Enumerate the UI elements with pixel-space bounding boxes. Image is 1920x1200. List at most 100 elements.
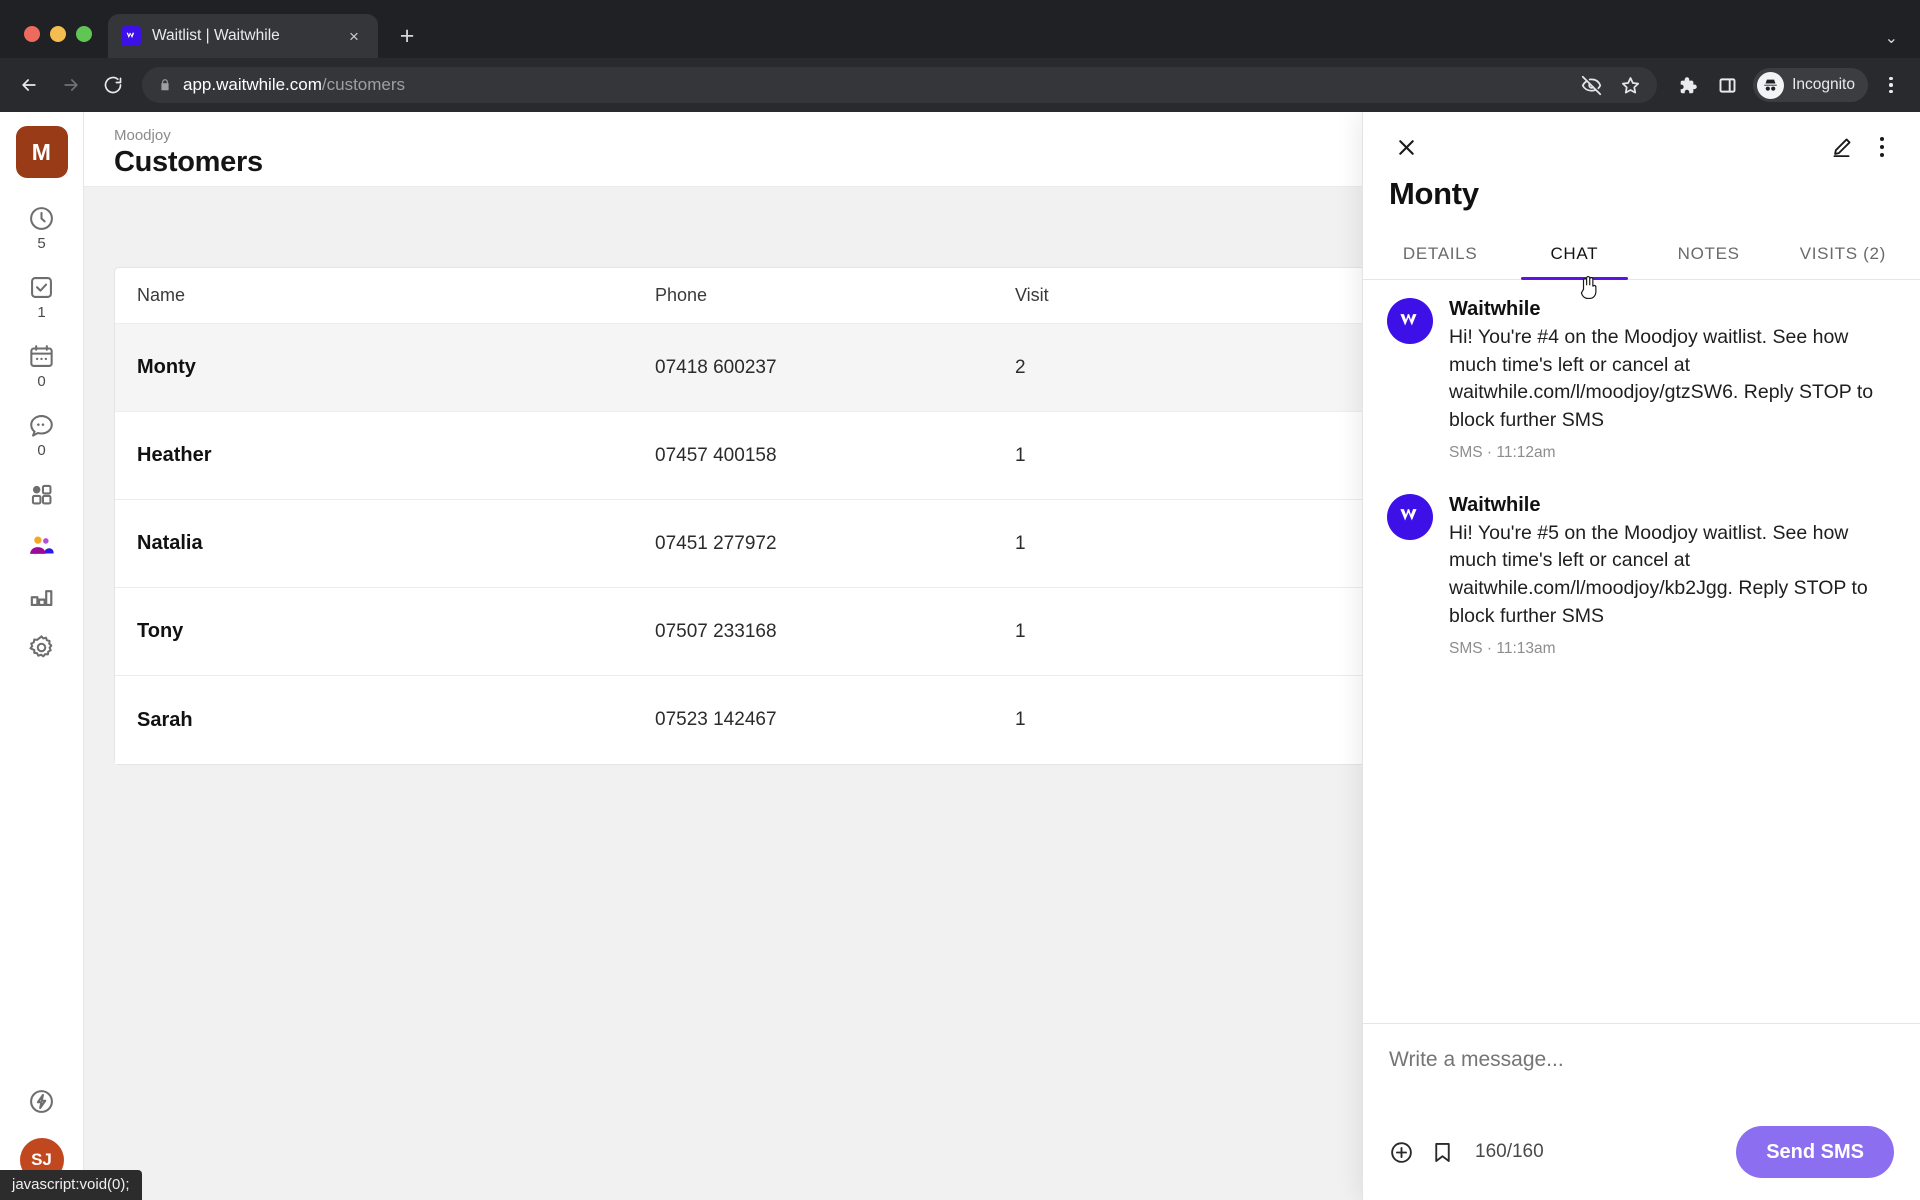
close-panel-button[interactable] xyxy=(1389,130,1423,164)
chat-message-meta: SMS · 11:13am xyxy=(1449,639,1556,657)
chat-message-text: Hi! You're #4 on the Moodjoy waitlist. S… xyxy=(1449,326,1874,432)
sidebar-badge: 0 xyxy=(37,442,46,459)
cell-name: Monty xyxy=(137,356,196,378)
tab-chat[interactable]: CHAT xyxy=(1507,234,1641,280)
tab-notes[interactable]: NOTES xyxy=(1642,234,1776,279)
incognito-icon xyxy=(1757,71,1785,99)
sidebar-badge: 1 xyxy=(37,304,46,321)
chat-message-sender: Waitwhile xyxy=(1449,298,1541,320)
status-bar-tooltip: javascript:void(0); xyxy=(0,1170,142,1200)
toolbar-icon-group: Incognito xyxy=(1669,67,1910,103)
message-composer: 160/160 Send SMS xyxy=(1363,1023,1920,1200)
three-dot-menu-icon[interactable] xyxy=(1874,68,1908,102)
close-window-button[interactable] xyxy=(24,26,40,42)
customer-detail-panel: Monty DETAILS CHAT NOTES VISITS (2) Wait… xyxy=(1362,112,1920,1200)
back-button[interactable] xyxy=(10,66,48,104)
customers-table: Name Phone Visit Monty 07418 600237 2 He… xyxy=(114,267,1454,765)
panel-tabs: DETAILS CHAT NOTES VISITS (2) xyxy=(1363,234,1920,300)
cell-name: Tony xyxy=(137,620,184,642)
cell-visit: 1 xyxy=(1015,709,1026,730)
pencil-edit-icon xyxy=(1832,138,1850,157)
edit-customer-button[interactable] xyxy=(1824,130,1858,164)
address-bar[interactable]: app.waitwhile.com/customers xyxy=(142,67,1658,103)
cell-visit: 1 xyxy=(1015,620,1026,642)
table-row[interactable]: Sarah 07523 142467 1 xyxy=(115,676,1453,764)
forward-button[interactable] xyxy=(52,66,90,104)
waitwhile-logo-icon xyxy=(1387,493,1433,540)
app-viewport: M 5 1 0 0 SJ Moodjoy Customers Name Phon… xyxy=(0,112,1920,1200)
customers-icon xyxy=(30,536,54,554)
close-icon[interactable]: × xyxy=(343,25,365,47)
sidebar-item-analytics[interactable] xyxy=(0,582,83,611)
chat-message-content: Waitwhile Hi! You're #5 on the Moodjoy w… xyxy=(1449,494,1896,658)
reload-button[interactable] xyxy=(94,66,132,104)
column-header-phone[interactable]: Phone xyxy=(655,285,1015,306)
new-tab-button[interactable]: + xyxy=(390,19,424,53)
chat-bubble-icon xyxy=(30,415,53,437)
table-row[interactable]: Tony 07507 233168 1 xyxy=(115,588,1453,676)
table-row[interactable]: Natalia 07451 277972 1 xyxy=(115,500,1453,588)
cell-visit: 1 xyxy=(1015,532,1026,554)
chat-message: Waitwhile Hi! You're #4 on the Moodjoy w… xyxy=(1387,298,1896,462)
panel-header: Monty xyxy=(1363,112,1920,212)
table-row[interactable]: Heather 07457 400158 1 xyxy=(115,412,1453,500)
clock-icon xyxy=(30,207,53,230)
panel-more-menu-button[interactable] xyxy=(1870,137,1894,157)
minimize-window-button[interactable] xyxy=(50,26,66,42)
bookmark-icon[interactable] xyxy=(1430,1140,1455,1165)
sidebar-badge: 5 xyxy=(37,235,46,252)
chat-message-text: Hi! You're #5 on the Moodjoy waitlist. S… xyxy=(1449,521,1868,627)
window-traffic-lights xyxy=(14,26,108,58)
panel-header-row xyxy=(1389,130,1894,164)
plus-circle-icon[interactable] xyxy=(1389,1140,1414,1165)
tab-details[interactable]: DETAILS xyxy=(1373,234,1507,279)
profile-label: Incognito xyxy=(1792,76,1855,93)
sidebar-badge: 0 xyxy=(37,373,46,390)
cell-phone: 07507 233168 xyxy=(655,620,777,642)
grid-apps-icon xyxy=(31,484,52,505)
panel-customer-name: Monty xyxy=(1389,176,1479,211)
sidebar-item-quick-action[interactable] xyxy=(20,1087,64,1116)
cell-phone: 07451 277972 xyxy=(655,532,777,554)
browser-tab[interactable]: Waitlist | Waitwhile × xyxy=(108,14,378,58)
sidebar-item-bookings-check[interactable]: 1 xyxy=(0,273,83,320)
browser-window: Waitlist | Waitwhile × + ⌄ app.waitwhile… xyxy=(0,0,1920,1200)
chat-message-sender: Waitwhile xyxy=(1449,493,1541,516)
chevron-down-icon[interactable]: ⌄ xyxy=(1885,28,1898,48)
chat-message-list: Waitwhile Hi! You're #4 on the Moodjoy w… xyxy=(1363,280,1920,1023)
org-avatar[interactable]: M xyxy=(15,126,68,178)
composer-toolbar: 160/160 Send SMS xyxy=(1389,1126,1894,1178)
sidebar-item-customers[interactable] xyxy=(0,531,83,560)
profile-incognito-button[interactable]: Incognito xyxy=(1753,68,1868,102)
sidebar-item-messages[interactable]: 0 xyxy=(0,411,83,458)
bar-chart-icon xyxy=(30,590,53,607)
cell-name: Natalia xyxy=(137,532,203,554)
sidebar-item-waitlist[interactable]: 5 xyxy=(0,204,83,251)
table-header-row: Name Phone Visit xyxy=(115,268,1453,324)
lock-icon xyxy=(158,78,172,92)
character-counter: 160/160 xyxy=(1475,1141,1544,1162)
chat-message: Waitwhile Hi! You're #5 on the Moodjoy w… xyxy=(1387,493,1896,658)
close-icon xyxy=(1398,139,1414,155)
column-header-name[interactable]: Name xyxy=(115,285,655,306)
cell-phone: 07457 400158 xyxy=(655,444,777,466)
cell-visit: 1 xyxy=(1015,444,1026,466)
sidebar-item-calendar[interactable]: 0 xyxy=(0,342,83,389)
star-icon[interactable] xyxy=(1620,75,1641,96)
omnibox-actions xyxy=(1581,75,1641,96)
table-row[interactable]: Monty 07418 600237 2 xyxy=(115,324,1453,412)
column-header-visit[interactable]: Visit xyxy=(1015,285,1215,306)
tab-visits[interactable]: VISITS (2) xyxy=(1776,234,1910,279)
sidebar-nav-items: 5 1 0 0 xyxy=(0,204,83,662)
lightning-bolt-icon xyxy=(30,1090,53,1113)
sidebar-item-apps[interactable] xyxy=(0,480,83,509)
message-input[interactable] xyxy=(1389,1048,1894,1072)
eye-off-icon[interactable] xyxy=(1581,75,1602,96)
waitwhile-logo-icon xyxy=(1387,298,1433,344)
send-sms-button[interactable]: Send SMS xyxy=(1736,1126,1894,1178)
extensions-icon[interactable] xyxy=(1669,67,1705,103)
cell-phone: 07418 600237 xyxy=(655,356,777,378)
side-panel-icon[interactable] xyxy=(1709,67,1745,103)
maximize-window-button[interactable] xyxy=(76,26,92,42)
sidebar-item-settings[interactable] xyxy=(0,633,83,662)
